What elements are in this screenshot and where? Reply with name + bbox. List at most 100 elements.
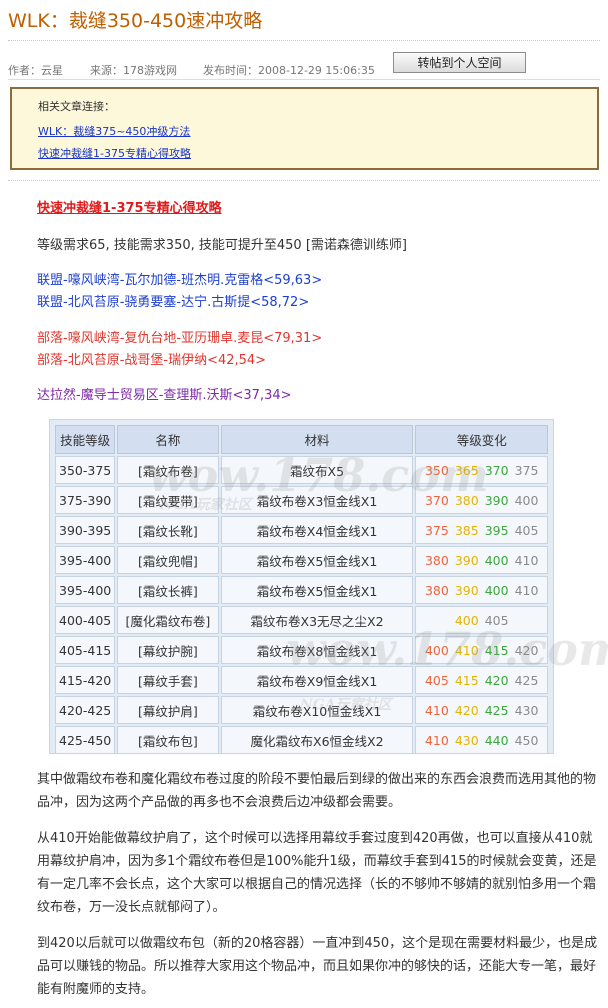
paragraph-1: 其中做霜纹布卷和魔化霜纹布卷过度的阶段不要怕最后到绿的做出来的东西会浪费而选用其…	[37, 772, 597, 810]
paragraph-3: 到420以后就可以做霜纹布包（新的20格容器）一直冲到450，这个是现在需要材料…	[37, 936, 598, 997]
cell-name: [霜纹兜帽]	[117, 546, 219, 574]
change-value-green: 400	[484, 582, 509, 598]
change-value-gray: 405	[484, 612, 509, 628]
author: 作者：云星	[8, 64, 63, 77]
table-header-row: 技能等级 名称 材料 等级变化	[55, 425, 548, 454]
source: 来源：178游戏网	[90, 64, 177, 77]
table-row: 400-405 [魔化霜纹布卷] 霜纹布卷X3无尽之尘X2 400 405	[55, 606, 548, 634]
content-divider	[8, 180, 600, 181]
change-value-yellow: 365	[454, 462, 479, 478]
cell-level: 415-420	[55, 666, 116, 694]
cell-materials: 霜纹布卷X3无尽之尘X2	[220, 606, 414, 634]
cell-materials: 霜纹布卷X4恒金线X1	[220, 516, 414, 544]
cell-name: [霜纹要带]	[117, 486, 219, 514]
publish-time: 发布时间：2008-12-29 15:06:35	[203, 64, 375, 77]
cell-level-change: 380 390 400 410	[415, 576, 548, 604]
change-value-gray: 450	[514, 732, 539, 748]
meta-divider	[8, 79, 600, 80]
table-row: 420-425 [幕纹护肩] 霜纹布卷X10恒金线X1 410 420 425 430	[55, 696, 548, 724]
cell-level-change: 400 405	[415, 606, 548, 634]
table-row: 390-395 [霜纹长靴] 霜纹布卷X4恒金线X1 375 385 395 405	[55, 516, 548, 544]
trainer-neutral: 达拉然-魔导士贸易区-查理斯.沃斯<37,34>	[37, 388, 292, 403]
change-value-green: 390	[484, 492, 509, 508]
change-value-green: 420	[484, 672, 509, 688]
table-row: 415-420 [幕纹手套] 霜纹布卷X9恒金线X1 405 415 420 425	[55, 666, 548, 694]
cell-name: [幕纹护腕]	[117, 636, 219, 664]
article-title: WLK：裁缝350-450速冲攻略	[8, 10, 263, 32]
title-divider	[8, 40, 600, 41]
change-value-gray: 410	[514, 582, 539, 598]
change-value-orange: 375	[424, 522, 449, 538]
cell-materials: 霜纹布X5	[220, 456, 414, 484]
change-value-orange: 410	[424, 702, 449, 718]
table-row: 425-450 [霜纹布包] 魔化霜纹布X6恒金线X2 410 430 440 450	[55, 726, 548, 754]
table-row: 395-400 [霜纹长裤] 霜纹布卷X5恒金线X1 380 390 400 410	[55, 576, 548, 604]
change-value-yellow: 415	[454, 672, 479, 688]
change-value-green: 370	[484, 462, 509, 478]
cell-level-change: 350 365 370 375	[415, 456, 548, 484]
change-value-green: 400	[484, 552, 509, 568]
change-value-gray: 430	[514, 702, 539, 718]
cell-name: [霜纹长靴]	[117, 516, 219, 544]
cell-name: [魔化霜纹布卷]	[117, 606, 219, 634]
table-row: 405-415 [幕纹护腕] 霜纹布卷X8恒金线X1 400 410 415 420	[55, 636, 548, 664]
cell-materials: 霜纹布卷X5恒金线X1	[220, 546, 414, 574]
cell-name: [霜纹布包]	[117, 726, 219, 754]
change-value-yellow: 430	[454, 732, 479, 748]
change-value-orange: 370	[424, 492, 449, 508]
col-header-materials: 材料	[220, 425, 414, 454]
change-value-green: 440	[484, 732, 509, 748]
related-link-2[interactable]: 快速冲裁缝1-375专精心得攻略	[38, 145, 191, 161]
cell-level-change: 380 390 400 410	[415, 546, 548, 574]
table-row: 375-390 [霜纹要带] 霜纹布卷X3恒金线X1 370 380 390 400	[55, 486, 548, 514]
cell-level-change: 410 430 440 450	[415, 726, 548, 754]
cell-level-change: 375 385 395 405	[415, 516, 548, 544]
cell-level: 375-390	[55, 486, 116, 514]
cell-name: [霜纹长裤]	[117, 576, 219, 604]
table-row: 395-400 [霜纹兜帽] 霜纹布卷X5恒金线X1 380 390 400 410	[55, 546, 548, 574]
col-header-name: 名称	[117, 425, 219, 454]
change-value-green: 425	[484, 702, 509, 718]
cell-level: 350-375	[55, 456, 116, 484]
cell-level: 390-395	[55, 516, 116, 544]
cell-materials: 魔化霜纹布X6恒金线X2	[220, 726, 414, 754]
paragraph-2: 从410开始能做幕纹护肩了，这个时候可以选择用幕纹手套过度到420再做，也可以直…	[37, 831, 597, 915]
change-value-gray: 410	[514, 552, 539, 568]
change-value-orange: 380	[424, 552, 449, 568]
repost-button[interactable]: 转帖到个人空间	[393, 52, 526, 73]
change-value-yellow: 420	[454, 702, 479, 718]
cell-level-change: 400 410 415 420	[415, 636, 548, 664]
change-value-gray: 400	[514, 492, 539, 508]
cell-materials: 霜纹布卷X5恒金线X1	[220, 576, 414, 604]
change-value-orange: 400	[424, 642, 449, 658]
cell-materials: 霜纹布卷X3恒金线X1	[220, 486, 414, 514]
cell-level: 400-405	[55, 606, 116, 634]
col-header-level: 技能等级	[55, 425, 116, 454]
change-value-orange: 380	[424, 582, 449, 598]
change-value-gray: 420	[514, 642, 539, 658]
cell-level-change: 405 415 420 425	[415, 666, 548, 694]
table-row: 350-375 [霜纹布卷] 霜纹布X5 350 365 370 375	[55, 456, 548, 484]
change-value-gray: 405	[514, 522, 539, 538]
cell-name: [幕纹护肩]	[117, 696, 219, 724]
col-header-change: 等级变化	[415, 425, 548, 454]
requirement-text: 等级需求65, 技能需求350, 技能可提升至450 [需诺森德训练师]	[37, 238, 407, 253]
related-link-1[interactable]: WLK：裁缝375~450冲级方法	[38, 123, 190, 139]
change-value-yellow: 390	[454, 582, 479, 598]
trainer-alliance-1: 联盟-嚎风峡湾-瓦尔加德-班杰明.克雷格<59,63>	[37, 273, 323, 288]
section-heading[interactable]: 快速冲裁缝1-375专精心得攻略	[37, 197, 222, 216]
change-value-gray: 425	[514, 672, 539, 688]
cell-level-change: 370 380 390 400	[415, 486, 548, 514]
change-value-orange: 350	[424, 462, 449, 478]
cell-level: 395-400	[55, 576, 116, 604]
cell-level: 420-425	[55, 696, 116, 724]
cell-level: 405-415	[55, 636, 116, 664]
change-value-yellow: 385	[454, 522, 479, 538]
recipe-table: 技能等级 名称 材料 等级变化 350-375 [霜纹布卷] 霜纹布X5 350 365…	[49, 419, 554, 754]
cell-name: [幕纹手套]	[117, 666, 219, 694]
trainer-horde-2: 部落-北风苔原-战哥堡-瑞伊纳<42,54>	[37, 353, 267, 368]
cell-materials: 霜纹布卷X8恒金线X1	[220, 636, 414, 664]
change-value-gray: 375	[514, 462, 539, 478]
trainer-horde-1: 部落-嚎风峡湾-复仇台地-亚历珊卓.麦昆<79,31>	[37, 331, 323, 346]
trainer-alliance-2: 联盟-北风苔原-骁勇要塞-达宁.古斯提<58,72>	[37, 295, 310, 310]
